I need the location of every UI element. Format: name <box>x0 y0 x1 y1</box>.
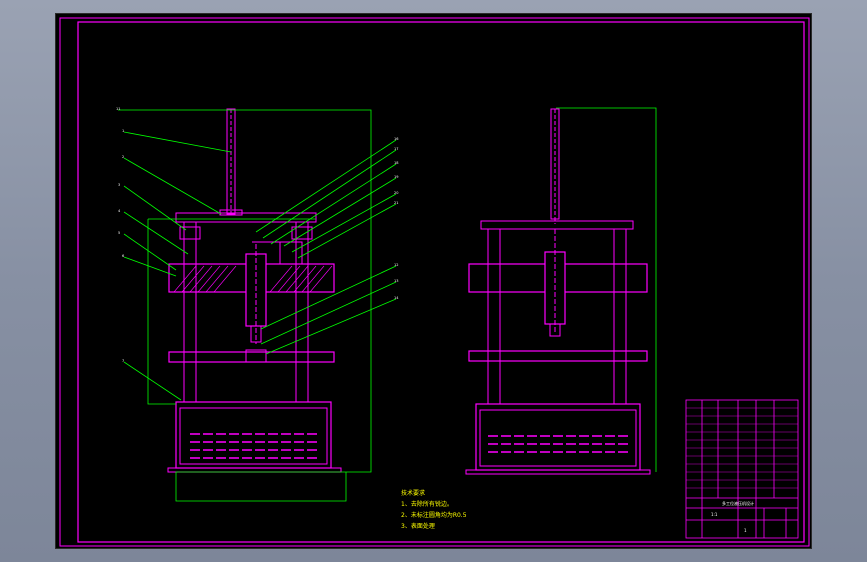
title-block <box>685 399 799 539</box>
svg-text:7: 7 <box>122 359 124 363</box>
note-line-2: 2、未标注圆角均为R0.5 <box>401 511 467 519</box>
valve-block <box>279 241 303 265</box>
svg-text:18: 18 <box>394 161 398 165</box>
svg-text:4: 4 <box>118 209 121 213</box>
scale-value: 1:1 <box>711 512 718 517</box>
side-view <box>465 107 657 475</box>
svg-text:19: 19 <box>394 175 398 179</box>
drawing-title: 多工位液压机设计 <box>722 500 754 506</box>
svg-text:6: 6 <box>122 254 124 258</box>
lower-platen <box>168 351 335 363</box>
svg-text:5: 5 <box>118 231 120 235</box>
left-column <box>183 221 197 403</box>
svg-text:3: 3 <box>118 183 120 187</box>
svg-text:13: 13 <box>394 279 398 283</box>
front-view: 1112 345 67 161718 192021 121314 <box>116 107 399 502</box>
svg-text:16: 16 <box>394 137 398 141</box>
svg-text:11: 11 <box>116 107 120 111</box>
note-line-3: 3、表面处理 <box>401 522 435 530</box>
outer-frame <box>59 17 810 547</box>
top-beam <box>175 212 317 223</box>
technical-notes: 技术要求 1、去除所有锐边。 2、未标注圆角均为R0.5 3、表面处理 <box>401 489 467 530</box>
svg-text:17: 17 <box>394 147 398 151</box>
sheet-number: 1 <box>744 528 747 533</box>
svg-text:14: 14 <box>394 296 399 300</box>
notes-title: 技术要求 <box>401 489 425 497</box>
svg-text:12: 12 <box>394 263 398 267</box>
svg-text:1: 1 <box>122 129 124 133</box>
svg-text:20: 20 <box>394 191 398 195</box>
svg-text:2: 2 <box>122 155 124 159</box>
svg-text:21: 21 <box>394 201 398 205</box>
drawing-sheet: 11 1 2 345 67 16 17 18 19 20 21 12 13 14 技术要求 <box>55 13 812 549</box>
note-line-1: 1、去除所有锐边。 <box>401 500 453 508</box>
